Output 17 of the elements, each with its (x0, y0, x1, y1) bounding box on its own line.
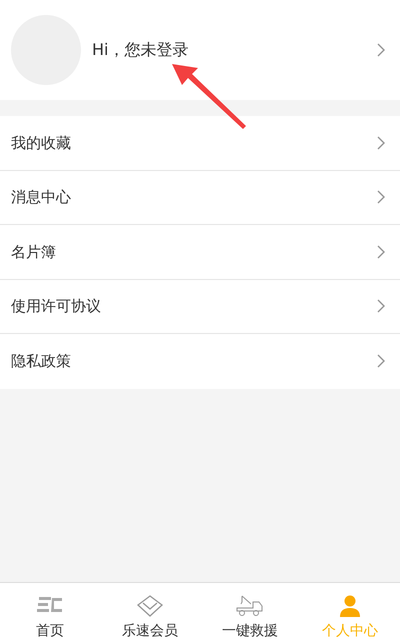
tab-item[interactable]: 首页 (0, 583, 100, 642)
profile-header[interactable]: Hi，您未登录 (0, 0, 400, 100)
chevron-right-icon (377, 43, 385, 57)
menu-item[interactable]: 使用许可协议 (0, 280, 400, 334)
menu-item[interactable]: 消息中心 (0, 170, 400, 225)
chevron-right-icon (377, 354, 385, 368)
menu-item[interactable]: 名片簿 (0, 225, 400, 280)
chevron-right-icon (377, 190, 385, 204)
login-prompt: Hi，您未登录 (92, 39, 188, 61)
menu-item[interactable]: 隐私政策 (0, 334, 400, 388)
chevron-right-icon (377, 244, 385, 259)
tab-item[interactable]: 一键救援 (200, 583, 300, 642)
chevron-right-icon (377, 299, 385, 314)
diamond-icon (136, 594, 164, 618)
chevron-right-icon (377, 136, 385, 150)
tow-truck-icon (236, 594, 264, 618)
tab-item[interactable]: 乐速会员 (100, 583, 200, 642)
